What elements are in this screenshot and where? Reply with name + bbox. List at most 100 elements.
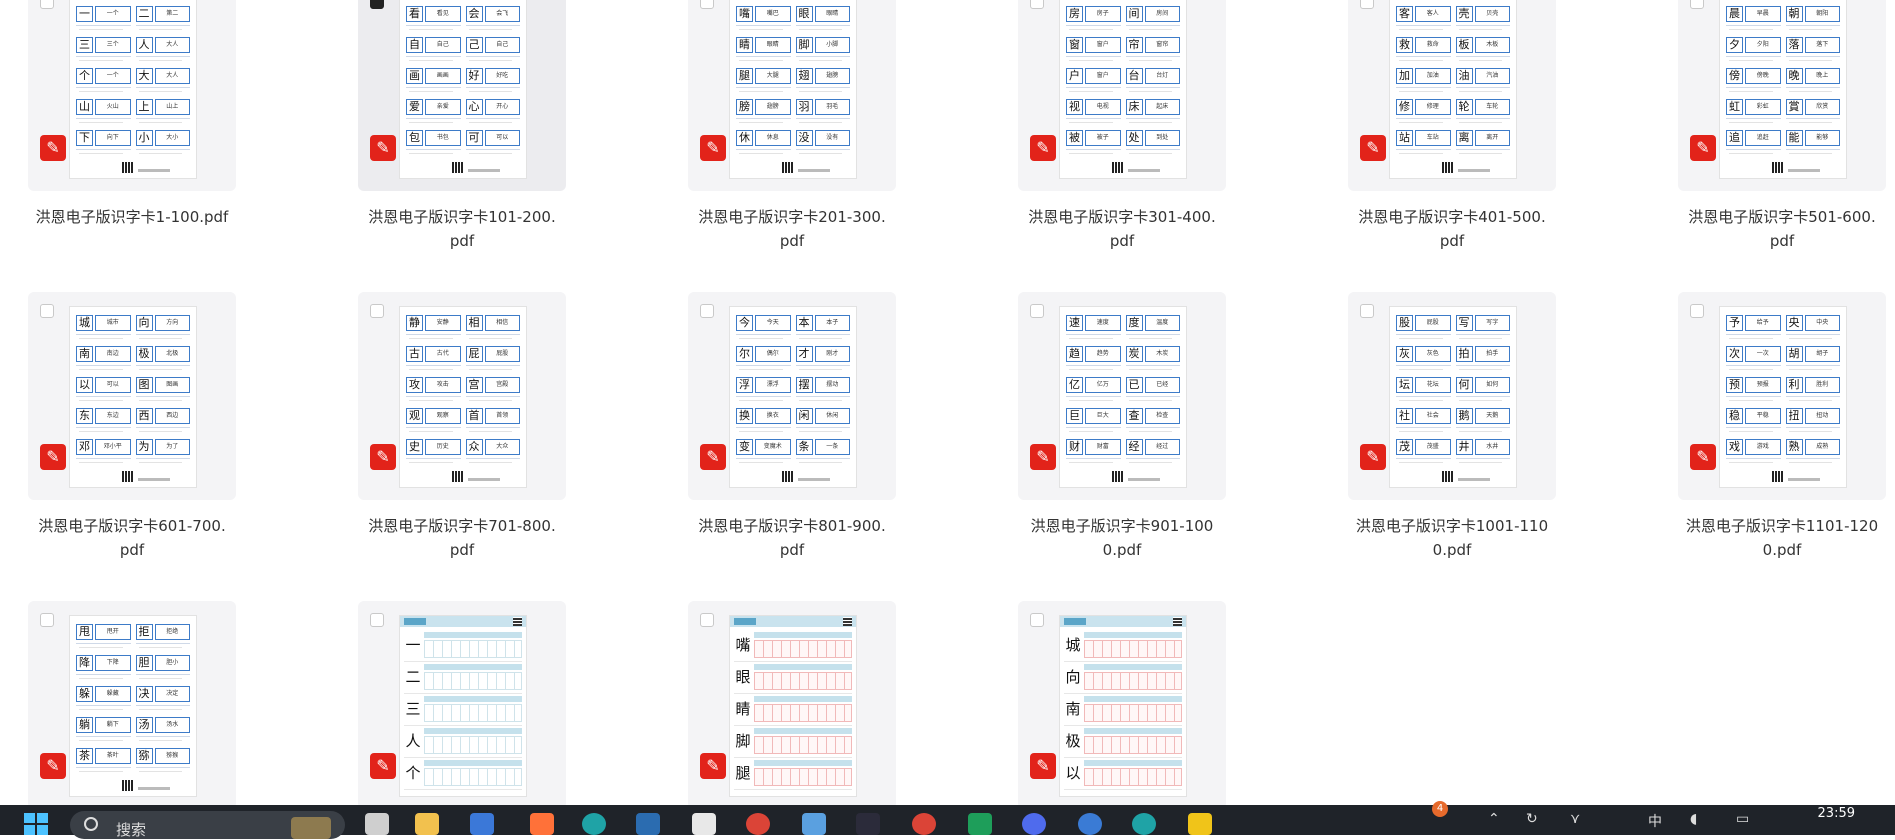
edge-icon[interactable] (582, 813, 606, 835)
file-tile[interactable]: 一一个二第二三三个人大人个一个大大人山火山上山上下向下小大小 ✎ (28, 0, 236, 191)
file-checkbox[interactable] (370, 0, 384, 9)
word-card: 羽羽毛 (795, 99, 850, 127)
card-character: 救 (1396, 37, 1413, 53)
word-card: 决决定 (135, 686, 190, 714)
card-word: 房间 (1144, 6, 1180, 22)
word-card: 上山上 (135, 99, 190, 127)
pk-app-icon[interactable] (856, 813, 880, 835)
chevron-up-icon[interactable]: ⌃ (1488, 811, 1500, 827)
chrome-icon[interactable] (746, 813, 770, 835)
browser-icon[interactable] (1022, 813, 1046, 835)
search-app-icon[interactable] (1078, 813, 1102, 835)
calculator-icon[interactable] (470, 813, 494, 835)
file-name[interactable]: 洪恩电子版识字卡1-100.pdf (17, 205, 247, 229)
battery-icon[interactable]: ▭ (1736, 811, 1749, 827)
file-tile[interactable]: 一二三人个 ✎ (358, 601, 566, 805)
sheets-icon[interactable] (968, 813, 992, 835)
practice-row: 嘴 (734, 630, 852, 662)
card-character: 膀 (736, 99, 753, 115)
file-checkbox[interactable] (370, 304, 384, 318)
qq-icon[interactable] (1188, 813, 1212, 835)
file-tile[interactable]: 房房子间房间窗窗户帘窗帘户窗户台台灯视电视床起床被被子处到处 ✎ (1018, 0, 1226, 191)
card-character: 己 (465, 37, 483, 53)
file-checkbox[interactable] (700, 0, 714, 9)
practice-character: 南 (1065, 700, 1081, 718)
card-word: 刚才 (814, 346, 850, 362)
file-checkbox[interactable] (40, 0, 54, 9)
file-name[interactable]: 洪恩电子版识字卡1101-120 0.pdf (1667, 514, 1895, 562)
file-tile[interactable]: 看看见会会飞自自己己自己画画画好好吃爱亲爱心开心包书包可可以 ✎ (358, 0, 566, 191)
clock[interactable]: 23:59 (1818, 806, 1855, 821)
card-word: 胜利 (1804, 377, 1840, 393)
file-checkbox[interactable] (1030, 304, 1044, 318)
word-card: 翅翅膀 (795, 68, 850, 96)
file-name[interactable]: 洪恩电子版识字卡201-300. pdf (677, 205, 907, 253)
file-tile[interactable]: 予给予央中央次一次胡胡子预预报利胜利稳平稳扭扭动戏游戏熟成熟 ✎ (1678, 292, 1886, 500)
file-name[interactable]: 洪恩电子版识字卡501-600. pdf (1667, 205, 1895, 253)
file-tile[interactable]: 静安静相相信古古代屁屁股攻攻击宫宫殿观观察首首领史历史众大众 ✎ (358, 292, 566, 500)
card-word: 已经 (1144, 377, 1180, 393)
file-explorer-icon[interactable] (365, 813, 389, 835)
qr-code-icon (122, 780, 133, 791)
wifi-icon[interactable]: ⋎ (1570, 811, 1580, 827)
file-checkbox[interactable] (1690, 304, 1704, 318)
sync-icon[interactable]: ↻ (1526, 811, 1538, 827)
file-name[interactable]: 洪恩电子版识字卡401-500. pdf (1337, 205, 1567, 253)
firefox-icon[interactable] (530, 813, 554, 835)
file-checkbox[interactable] (1030, 613, 1044, 627)
pdf-thumbnail: 甩甩开拒拒绝降下降胆胆小躲躲藏决决定躺躺下汤汤水茶茶叶猕猕猴 (70, 616, 196, 796)
file-checkbox[interactable] (40, 304, 54, 318)
file-name[interactable]: 洪恩电子版识字卡701-800. pdf (347, 514, 577, 562)
start-button[interactable] (24, 811, 50, 835)
document-icon[interactable] (692, 813, 716, 835)
file-name[interactable]: 洪恩电子版识字卡301-400. pdf (1007, 205, 1237, 253)
file-checkbox[interactable] (40, 613, 54, 627)
news-icon[interactable] (802, 813, 826, 835)
word-card: 度温度 (1125, 315, 1180, 343)
volume-icon[interactable]: ◖ (1690, 811, 1697, 827)
card-word: 预报 (1745, 377, 1781, 393)
card-character: 屁 (465, 346, 483, 362)
edge-icon[interactable] (1132, 813, 1156, 835)
file-name[interactable]: 洪恩电子版识字卡901-100 0.pdf (1007, 514, 1237, 562)
word-card: 写写字 (1455, 315, 1510, 343)
file-tile[interactable]: 今今天本本子尔偶尔才刚才浮漂浮摆摆动换换衣闲休闲变变魔术条一条 ✎ (688, 292, 896, 500)
word-card: 包书包 (406, 130, 461, 158)
file-tile[interactable]: 嘴眼睛脚腿 ✎ (688, 601, 896, 805)
file-checkbox[interactable] (1360, 0, 1374, 9)
file-checkbox[interactable] (700, 304, 714, 318)
file-tile[interactable]: 速速度度温度趋趋势炭木炭亿亿万已已经巨巨大查检查财财富经经过 ✎ (1018, 292, 1226, 500)
file-checkbox[interactable] (1690, 0, 1704, 9)
card-word: 猕猴 (154, 748, 190, 764)
file-tile[interactable]: 客客人壳贝壳救救命板木板加加油油汽油修修理轮车轮站车站离离开 ✎ (1348, 0, 1556, 191)
card-word: 房子 (1085, 6, 1121, 22)
file-tile[interactable]: 城向南极以 ✎ (1018, 601, 1226, 805)
file-tile[interactable]: 股屁股写写字灰灰色拍拍手坛花坛何如何社社会鹅天鹅茂茂盛井水井 ✎ (1348, 292, 1556, 500)
word-card: 熟成熟 (1785, 439, 1840, 467)
card-character: 观 (406, 408, 423, 424)
file-checkbox[interactable] (1030, 0, 1044, 9)
file-name[interactable]: 洪恩电子版识字卡101-200. pdf (347, 205, 577, 253)
file-checkbox[interactable] (700, 613, 714, 627)
word-card: 个一个 (76, 68, 131, 96)
media-icon[interactable] (636, 813, 660, 835)
folder-icon[interactable] (415, 813, 439, 835)
card-word: 傍晚 (1745, 68, 1781, 84)
card-character: 东 (76, 408, 93, 424)
file-name[interactable]: 洪恩电子版识字卡601-700. pdf (17, 514, 247, 562)
chrome-icon[interactable] (912, 813, 936, 835)
qr-code-icon (513, 617, 522, 626)
file-name[interactable]: 洪恩电子版识字卡801-900. pdf (677, 514, 907, 562)
file-tile[interactable]: 甩甩开拒拒绝降下降胆胆小躲躲藏决决定躺躺下汤汤水茶茶叶猕猕猴 ✎ (28, 601, 236, 805)
file-checkbox[interactable] (1360, 304, 1374, 318)
file-checkbox[interactable] (370, 613, 384, 627)
file-tile[interactable]: 嘴嘴巴眼眼睛睛眼睛脚小脚腿大腿翅翅膀膀翅膀羽羽毛休休息没没有 ✎ (688, 0, 896, 191)
word-card: 以可以 (76, 377, 131, 405)
ime-indicator[interactable]: 中 (1648, 811, 1662, 831)
card-word: 好吃 (484, 68, 520, 84)
file-name[interactable]: 洪恩电子版识字卡1001-110 0.pdf (1337, 514, 1567, 562)
file-tile[interactable]: 城城市向方向南南边极北极以可以图图画东东边西西边邓邓小平为为了 ✎ (28, 292, 236, 500)
card-character: 包 (406, 130, 423, 146)
file-tile[interactable]: 晨早晨朝朝阳夕夕阳落落下傍傍晚晚晚上虹彩虹賞欣赏追追赶能能够 ✎ (1678, 0, 1886, 191)
word-card: 画画画 (406, 68, 461, 96)
